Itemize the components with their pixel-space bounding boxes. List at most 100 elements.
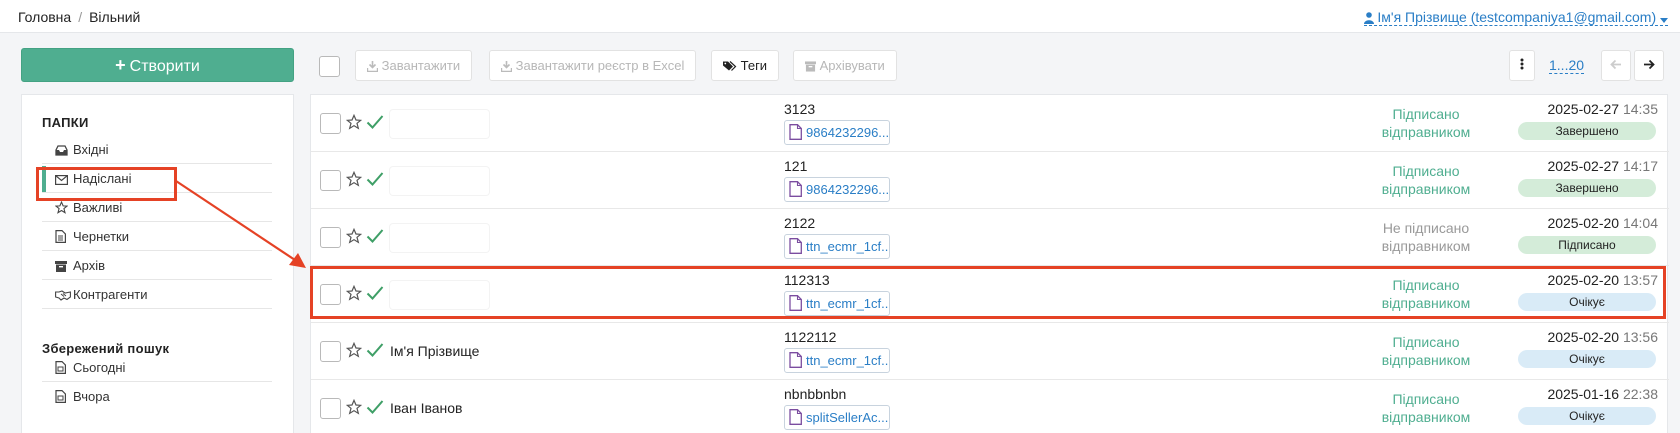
document-number: 2122 [784, 215, 816, 231]
row-checkbox[interactable] [320, 284, 341, 305]
file-attachment[interactable]: ttn_ecmr_1cf... [784, 291, 890, 316]
file-name: splitSellerAc... [806, 410, 889, 425]
caret-down-icon [1660, 9, 1668, 25]
tags-button-label: Теги [740, 58, 768, 73]
download-excel-button[interactable]: Завантажити реєстр в Excel [489, 50, 697, 81]
signature-status: Підписано відправником [1371, 276, 1481, 312]
sidebar-item-label: Надіслані [73, 171, 132, 186]
file-attachment[interactable]: splitSellerAc... [784, 405, 890, 430]
arrow-left-icon [1610, 57, 1622, 73]
breadcrumb-separator: / [78, 9, 83, 25]
row-checkbox[interactable] [320, 341, 341, 362]
user-menu[interactable]: Ім'я Прізвище (testcompaniya1@gmail.com) [1363, 9, 1668, 26]
document-number: 1122112 [784, 329, 837, 345]
sidebar-item-important[interactable]: Важливі [42, 193, 272, 222]
table-row[interactable]: Іван Іванов nbnbbnbn splitSellerAc... Підпи… [311, 380, 1669, 433]
star-icon[interactable] [345, 113, 363, 133]
table-row[interactable]: 3123 9864232296... Підписано відправником 20… [311, 95, 1669, 152]
tags-button[interactable]: Теги [711, 50, 780, 81]
star-icon[interactable] [345, 341, 363, 361]
file-name: ttn_ecmr_1cf... [806, 296, 890, 311]
table-row[interactable]: 2122 ttn_ecmr_1cf... Не підписано відправни… [311, 209, 1669, 266]
status-line-2: відправником [1381, 181, 1471, 197]
sidebar-item-label: Сьогодні [73, 360, 126, 375]
star-icon[interactable] [345, 227, 363, 247]
file-name: ttn_ecmr_1cf... [806, 353, 890, 368]
sidebar-item-yesterday[interactable]: Вчора [42, 382, 272, 411]
envelope-icon [55, 166, 73, 195]
status-badge: Очікує [1518, 350, 1656, 368]
row-checkbox[interactable] [320, 170, 341, 191]
star-icon[interactable] [345, 284, 363, 304]
more-options-button[interactable] [1509, 50, 1535, 81]
document-list: 3123 9864232296... Підписано відправником 20… [310, 94, 1669, 433]
folders-heading: ПАПКИ [42, 115, 89, 130]
file-attachment[interactable]: 9864232296... [784, 177, 890, 202]
status-line-2: відправником [1381, 409, 1471, 425]
sender-placeholder [390, 224, 489, 252]
file-attachment[interactable]: ttn_ecmr_1cf... [784, 234, 890, 259]
archive-icon [805, 58, 816, 73]
row-checkbox[interactable] [320, 113, 341, 134]
sidebar-item-label: Архів [73, 258, 106, 273]
table-row[interactable]: 121 9864232296... Підписано відправником 202… [311, 152, 1669, 209]
time-value: 14:17 [1622, 158, 1658, 174]
sender-placeholder [390, 110, 489, 138]
document-number: 3123 [784, 101, 816, 117]
download-icon [366, 58, 379, 73]
signature-status: Не підписано відправником [1371, 219, 1481, 255]
date-value: 2025-02-20 [1547, 215, 1620, 231]
download-button[interactable]: Завантажити [355, 50, 473, 81]
row-checkbox[interactable] [320, 398, 341, 419]
sender-placeholder [390, 281, 489, 309]
table-row[interactable]: Ім'я Прізвище 1122112 ttn_ecmr_1cf... Підпи… [311, 323, 1669, 380]
inbox-icon [55, 137, 73, 166]
page-range[interactable]: 1...20 [1549, 58, 1585, 74]
sidebar-item-drafts[interactable]: Чернетки [42, 222, 272, 251]
breadcrumb-current: Вільний [89, 9, 141, 25]
document-number: 121 [784, 158, 808, 174]
document-date: 2025-02-20 14:04 [1471, 215, 1658, 231]
file-attachment[interactable]: 9864232296... [784, 120, 890, 145]
archive-button-label: Архівувати [819, 58, 885, 73]
document-date: 2025-01-16 22:38 [1471, 386, 1658, 402]
row-checkbox[interactable] [320, 227, 341, 248]
select-all-checkbox[interactable] [319, 56, 340, 77]
sidebar-item-sent[interactable]: Надіслані [42, 164, 272, 193]
arrow-right-icon [1643, 57, 1655, 73]
tags-icon [723, 58, 737, 73]
date-value: 2025-02-20 [1547, 272, 1620, 288]
file-name: ttn_ecmr_1cf... [806, 239, 890, 254]
create-button-label: Створити [129, 58, 200, 75]
star-icon[interactable] [345, 170, 363, 190]
breadcrumb: Головна / Вільний [18, 9, 140, 25]
signature-status: Підписано відправником [1371, 390, 1481, 426]
date-value: 2025-02-27 [1547, 158, 1620, 174]
check-icon [366, 114, 384, 133]
status-line-1: Не підписано [1382, 220, 1470, 236]
sidebar-item-inbox[interactable]: Вхідні [42, 135, 272, 164]
archive-button[interactable]: Архівувати [793, 50, 897, 81]
status-line-1: Підписано [1392, 334, 1460, 350]
create-button[interactable]: + Створити [21, 48, 294, 82]
download-excel-button-label: Завантажити реєстр в Excel [515, 58, 685, 73]
sidebar-item-today[interactable]: Сьогодні [42, 353, 272, 382]
breadcrumb-home[interactable]: Головна [18, 9, 71, 25]
download-button-label: Завантажити [381, 58, 461, 73]
sidebar-item-label: Вхідні [73, 142, 109, 157]
download-icon [500, 58, 513, 73]
file-attachment[interactable]: ttn_ecmr_1cf... [784, 348, 890, 373]
sidebar-item-contractors[interactable]: Контрагенти [42, 280, 272, 309]
file-icon [55, 224, 73, 253]
next-page-button[interactable] [1634, 50, 1664, 81]
sidebar: ПАПКИ Вхідні Надіслані Важливі Чернетки … [21, 94, 294, 433]
archive-icon [55, 253, 73, 282]
sidebar-item-label: Важливі [73, 200, 123, 215]
status-badge: Підписано [1518, 236, 1656, 254]
status-line-1: Підписано [1392, 391, 1460, 407]
check-icon [366, 399, 384, 418]
table-row[interactable]: 112313 ttn_ecmr_1cf... Підписано відправник… [311, 266, 1669, 323]
star-icon[interactable] [345, 398, 363, 418]
sidebar-item-archive[interactable]: Архів [42, 251, 272, 280]
prev-page-button[interactable] [1601, 50, 1631, 81]
